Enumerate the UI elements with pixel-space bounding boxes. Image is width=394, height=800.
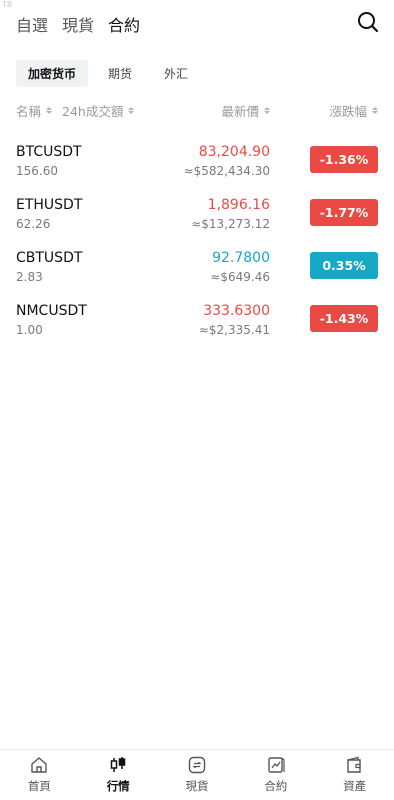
converted-price: ≈$649.46 [210,270,270,284]
column-change-label: 漲跌幅 [329,104,367,119]
search-button[interactable] [356,10,380,34]
market-list: BTCUSDT 156.60 83,204.90 ≈$582,434.30 -1… [0,136,394,348]
sort-arrows-icon [128,107,135,114]
change-badge: -1.43% [310,305,378,332]
sort-arrows-icon [46,107,53,114]
tab-crypto[interactable]: 加密货币 [16,60,89,87]
nav-market[interactable]: 行情 [79,750,158,800]
nav-contract[interactable]: 合約 [236,750,315,800]
tab-contract[interactable]: 合約 [108,12,140,36]
nav-market-label: 行情 [106,779,130,793]
symbol: CBTUSDT [16,250,83,266]
column-volume-label: 24h成交額 [62,104,124,119]
change-badge: -1.36% [310,146,378,173]
spot-exchange-icon [188,756,206,774]
last-price: 83,204.90 [198,144,270,160]
nav-contract-label: 合約 [264,779,288,793]
converted-price: ≈$582,434.30 [183,164,270,178]
candlestick-icon [110,757,126,772]
bottom-navigation: 首頁 行情 現貨 合約 資產 [0,749,394,800]
volume: 156.60 [16,164,58,178]
last-price: 333.6300 [203,303,270,319]
last-price: 92.7800 [212,250,270,266]
wallet-icon [346,756,361,773]
sort-by-volume[interactable]: 24h成交額 [62,101,135,120]
volume: 2.83 [16,270,43,284]
nav-assets[interactable]: 資產 [315,750,394,800]
column-price-label: 最新價 [221,104,259,119]
tab-forex[interactable]: 外汇 [152,60,200,87]
nav-assets-label: 資產 [343,779,367,793]
sort-arrows-icon [264,107,270,114]
market-row-btcusdt[interactable]: BTCUSDT 156.60 83,204.90 ≈$582,434.30 -1… [0,136,394,189]
market-type-tabs: 自選 現貨 合約 [16,12,140,36]
symbol: ETHUSDT [16,197,83,213]
nav-spot-label: 現貨 [185,779,209,793]
contract-icon [268,757,285,773]
tab-favorites[interactable]: 自選 [16,12,48,36]
converted-price: ≈$2,335.41 [198,323,270,337]
column-name-label: 名稱 [16,104,42,119]
symbol: BTCUSDT [16,144,82,160]
change-badge: 0.35% [310,252,378,279]
sort-arrows-icon [372,107,378,114]
asset-class-tabs: 加密货币 期货 外汇 [16,60,200,87]
last-price: 1,896.16 [207,197,270,213]
volume: 62.26 [16,217,51,231]
market-row-nmcusdt[interactable]: NMCUSDT 1.00 333.6300 ≈$2,335.41 -1.43% [0,295,394,348]
volume: 1.00 [16,323,43,337]
nav-home[interactable]: 首頁 [0,750,79,800]
sort-by-name[interactable]: 名稱 [16,101,53,120]
market-row-cbtusdt[interactable]: CBTUSDT 2.83 92.7800 ≈$649.46 0.35% [0,242,394,295]
search-icon [358,12,379,33]
corner-label: T8 [2,0,12,9]
nav-spot[interactable]: 現貨 [158,750,237,800]
home-icon [31,757,48,773]
converted-price: ≈$13,273.12 [191,217,270,231]
tab-spot[interactable]: 現貨 [62,12,94,36]
sort-by-change[interactable]: 漲跌幅 [329,101,378,120]
change-badge: -1.77% [310,199,378,226]
symbol: NMCUSDT [16,303,87,319]
sort-by-price[interactable]: 最新價 [221,101,270,120]
nav-home-label: 首頁 [27,779,51,793]
market-row-ethusdt[interactable]: ETHUSDT 62.26 1,896.16 ≈$13,273.12 -1.77… [0,189,394,242]
tab-futures[interactable]: 期货 [96,60,144,87]
